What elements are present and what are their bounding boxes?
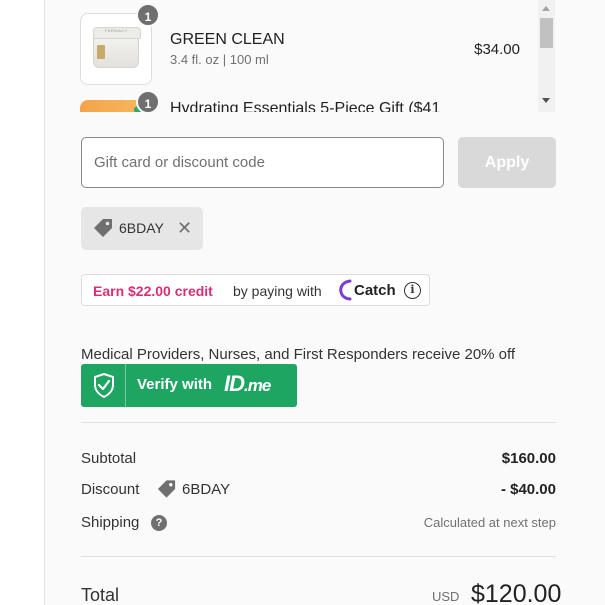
quantity-badge: 1 <box>136 3 160 27</box>
product-list[interactable]: FARMACY 1 GREEN CLEAN 3.4 fl. oz | 100 m… <box>80 0 556 112</box>
product-item-gift-set: 1 Hydrating Essentials 5-Piece Gift ($41 <box>80 90 540 112</box>
shield-check-icon <box>94 373 114 398</box>
applied-discount-tag: 6BDAY ✕ <box>81 207 203 250</box>
product-variant: 3.4 fl. oz | 100 ml <box>170 52 269 67</box>
tag-icon <box>157 480 176 498</box>
page-left-area <box>0 0 44 605</box>
currency-code: USD <box>432 589 460 604</box>
product-list-scrollbar[interactable] <box>538 0 555 112</box>
total-label: Total <box>81 585 120 605</box>
shipping-label: Shipping <box>81 514 140 531</box>
thumb-brand-text: FARMACY <box>105 28 128 33</box>
discount-code-text: 6BDAY <box>182 481 231 498</box>
product-price: $34.00 <box>474 41 520 58</box>
verify-label: Verify with <box>137 376 213 393</box>
shipping-value: Calculated at next step <box>423 515 556 530</box>
apply-button[interactable]: Apply <box>458 137 556 188</box>
idme-logo: ID.me <box>224 371 271 396</box>
catch-earn-text: Earn $22.00 credit <box>93 283 213 299</box>
quantity-badge: 1 <box>136 90 160 112</box>
question-icon[interactable]: ? <box>151 515 167 531</box>
discount-label: Discount <box>81 481 140 498</box>
discount-code-input[interactable]: Gift card or discount code <box>81 137 444 188</box>
product-name: GREEN CLEAN <box>170 31 285 48</box>
subtotal-value: $160.00 <box>501 450 556 467</box>
total-amount: $120.00 <box>471 580 562 605</box>
scroll-down-arrow-icon[interactable] <box>542 98 550 103</box>
subtotal-label: Subtotal <box>81 450 137 467</box>
discount-value: - $40.00 <box>500 481 556 498</box>
catch-by-text: by paying with <box>233 283 322 299</box>
catch-brand-name: Catch <box>354 282 396 299</box>
product-item-green-clean: FARMACY 1 GREEN CLEAN 3.4 fl. oz | 100 m… <box>80 0 540 85</box>
scrollbar-thumb[interactable] <box>540 18 553 48</box>
verify-with-idme-button[interactable]: Verify with ID.me <box>81 364 297 407</box>
tag-icon <box>94 219 112 237</box>
product-name: Hydrating Essentials 5-Piece Gift ($41 <box>170 100 441 112</box>
catch-credit-banner[interactable]: Earn $22.00 credit by paying with Catch … <box>81 274 430 306</box>
button-divider <box>125 364 126 407</box>
catch-logo-icon <box>339 279 352 301</box>
info-icon[interactable]: i <box>404 282 421 299</box>
section-divider <box>81 556 556 557</box>
idme-eligibility-text: Medical Providers, Nurses, and First Res… <box>81 346 516 363</box>
section-divider <box>81 422 556 423</box>
close-icon[interactable]: ✕ <box>177 218 192 238</box>
applied-code-text: 6BDAY <box>119 220 164 236</box>
scroll-up-arrow-icon[interactable] <box>542 6 550 11</box>
